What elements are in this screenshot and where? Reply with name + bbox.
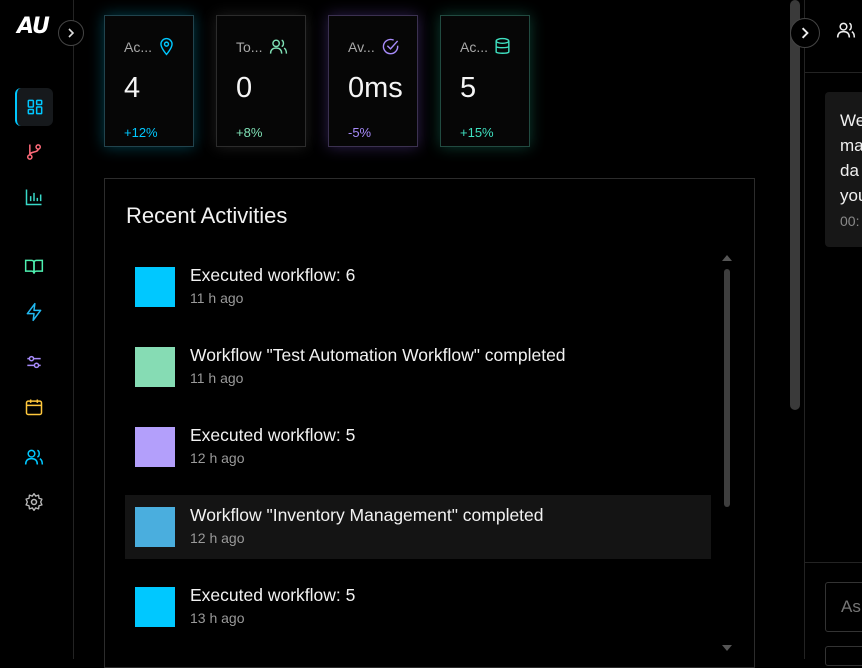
activity-time: 13 h ago <box>190 610 245 626</box>
stat-label: To... <box>236 39 263 55</box>
stat-card[interactable]: Av... 0ms -5% <box>328 15 418 147</box>
activity-text: Executed workflow: 6 <box>190 265 356 285</box>
sidebar-item-git-branch[interactable] <box>15 133 53 171</box>
recent-activities-title: Recent Activities <box>126 203 288 228</box>
users-icon <box>24 449 44 465</box>
activity-item[interactable]: Executed workflow: 6 11 h ago <box>125 255 711 319</box>
chat-message: We ma da you 00: <box>825 92 862 247</box>
lightning-icon <box>26 302 42 322</box>
bar-chart-icon <box>25 189 42 206</box>
stat-change: +15% <box>460 125 494 140</box>
sidebar-item-bar-chart[interactable] <box>15 178 53 216</box>
recent-activities-panel: Recent Activities Executed workflow: 6 1… <box>104 178 755 668</box>
activity-time: 11 h ago <box>190 290 244 306</box>
stat-change: -5% <box>348 125 372 140</box>
stat-card[interactable]: Ac... 4 +12% <box>104 15 194 147</box>
chat-panel: We ma da you 00: <box>804 0 862 666</box>
chevron-right-icon <box>68 28 75 38</box>
scroll-up-arrow[interactable] <box>722 255 732 261</box>
chat-divider <box>805 562 862 563</box>
location-pin-icon <box>160 37 173 56</box>
stat-value: 0ms <box>348 72 403 104</box>
activity-color-swatch <box>135 267 175 307</box>
chat-send-button[interactable] <box>825 646 862 666</box>
database-icon <box>495 37 510 54</box>
stat-icon <box>157 37 176 61</box>
activity-item[interactable]: Workflow "Inventory Management" complete… <box>125 495 711 559</box>
sidebar-item-book[interactable] <box>15 248 53 286</box>
activity-color-swatch <box>135 427 175 467</box>
sidebar-item-calendar[interactable] <box>15 388 53 426</box>
stat-label: Av... <box>348 39 375 55</box>
stat-value: 5 <box>460 72 477 104</box>
stat-card[interactable]: To... 0 +8% <box>216 15 306 147</box>
scroll-down-arrow[interactable] <box>722 645 732 651</box>
stat-icon <box>381 37 400 61</box>
stat-card[interactable]: Ac... 5 +15% <box>440 15 530 147</box>
chat-input[interactable] <box>825 582 862 632</box>
calendar-icon <box>25 399 43 416</box>
stat-icon <box>269 37 288 61</box>
chevron-right-icon <box>801 27 809 39</box>
activity-time: 12 h ago <box>190 530 245 546</box>
activity-text: Executed workflow: 5 <box>190 425 356 445</box>
stat-change: +12% <box>124 125 158 140</box>
activity-time: 11 h ago <box>190 370 244 386</box>
sidebar-collapse-button[interactable] <box>58 20 84 46</box>
stat-change: +8% <box>236 125 263 140</box>
sidebar: AU <box>0 0 74 659</box>
book-icon <box>24 259 44 274</box>
activity-color-swatch <box>135 347 175 387</box>
sidebar-item-lightning[interactable] <box>15 293 53 331</box>
stat-label: Ac... <box>460 39 489 55</box>
stat-label: Ac... <box>124 39 153 55</box>
stat-value: 0 <box>236 72 253 104</box>
activity-color-swatch <box>135 587 175 627</box>
stat-value: 4 <box>124 72 141 104</box>
check-circle-icon <box>382 38 399 55</box>
activity-time: 12 h ago <box>190 450 245 466</box>
stat-icon <box>493 37 512 61</box>
main-content: Ac... 4 +12% To... 0 +8% Av... 0ms -5% Ac..… <box>74 0 804 668</box>
chat-message-time: 00: <box>840 213 860 229</box>
chat-panel-toggle-button[interactable] <box>790 18 820 48</box>
activity-text: Executed workflow: 5 <box>190 585 356 605</box>
gear-icon <box>25 493 43 511</box>
activity-text: Workflow "Inventory Management" complete… <box>190 505 544 525</box>
main-scrollbar[interactable] <box>790 0 800 410</box>
users-icon[interactable] <box>836 20 856 40</box>
dashboard-icon <box>27 99 43 115</box>
sidebar-item-sliders[interactable] <box>15 343 53 381</box>
activities-scrollbar[interactable] <box>724 269 730 507</box>
users-icon <box>269 39 288 54</box>
chat-message-text: We ma da you <box>840 111 862 205</box>
sliders-icon <box>27 355 41 369</box>
git-branch-icon <box>27 144 42 160</box>
activity-item[interactable]: Executed workflow: 5 12 h ago <box>125 415 711 479</box>
activity-text: Workflow "Test Automation Workflow" comp… <box>190 345 566 365</box>
activity-item[interactable]: Workflow "Test Automation Workflow" comp… <box>125 335 711 399</box>
sidebar-item-users[interactable] <box>15 438 53 476</box>
sidebar-item-gear[interactable] <box>15 483 53 521</box>
app-logo: AU <box>17 14 50 39</box>
activity-item[interactable]: Executed workflow: 5 13 h ago <box>125 575 711 639</box>
activity-color-swatch <box>135 507 175 547</box>
sidebar-item-dashboard[interactable] <box>15 88 53 126</box>
